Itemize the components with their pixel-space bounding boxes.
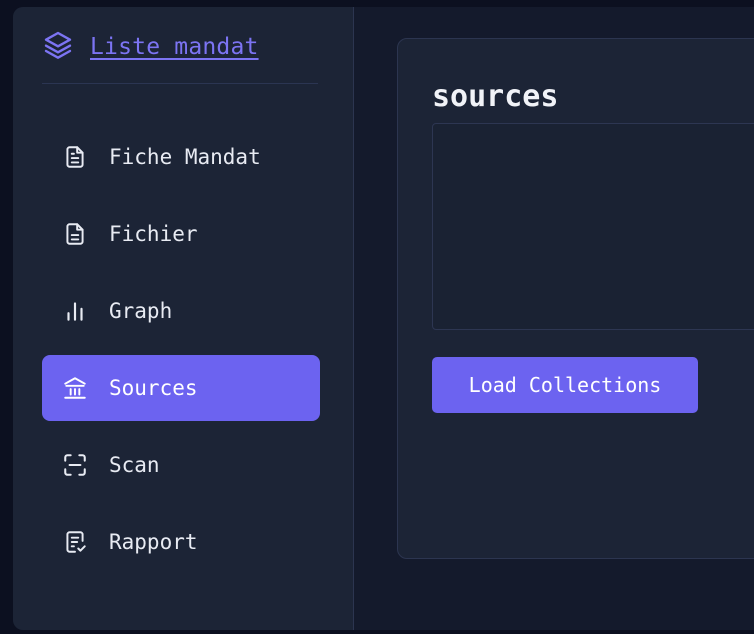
sidebar-item-label: Graph: [109, 299, 173, 323]
sidebar-item-label: Fichier: [109, 222, 198, 246]
main-content: sources Load Collections: [354, 7, 754, 630]
app-window: Liste mandat Fiche Mandat Fichier Graph …: [13, 7, 754, 630]
sidebar-item-fiche-mandat[interactable]: Fiche Mandat: [42, 124, 320, 190]
sidebar-divider: [42, 83, 318, 84]
sidebar-item-label: Scan: [109, 453, 160, 477]
sidebar-item-label: Fiche Mandat: [109, 145, 261, 169]
sidebar-nav: Fiche Mandat Fichier Graph Sources Scan …: [42, 124, 320, 586]
sidebar-item-rapport[interactable]: Rapport: [42, 509, 320, 575]
sidebar-item-scan[interactable]: Scan: [42, 432, 320, 498]
sidebar-item-fichier[interactable]: Fichier: [42, 201, 320, 267]
layers-icon: [42, 29, 74, 65]
file-text-icon: [62, 144, 88, 170]
sidebar-item-label: Sources: [109, 376, 198, 400]
sources-collection-area: [432, 123, 754, 330]
file-icon: [62, 221, 88, 247]
scan-icon: [62, 452, 88, 478]
brand-label[interactable]: Liste mandat: [90, 34, 259, 60]
sources-card: sources Load Collections: [397, 38, 754, 559]
sidebar-item-sources[interactable]: Sources: [42, 355, 320, 421]
sidebar-item-graph[interactable]: Graph: [42, 278, 320, 344]
bar-chart-icon: [62, 298, 88, 324]
report-check-icon: [62, 529, 88, 555]
load-collections-button[interactable]: Load Collections: [432, 357, 698, 413]
library-icon: [62, 375, 88, 401]
brand-link[interactable]: Liste mandat: [42, 29, 259, 65]
page-title: sources: [432, 79, 559, 114]
sidebar: Liste mandat Fiche Mandat Fichier Graph …: [13, 7, 354, 630]
sidebar-item-label: Rapport: [109, 530, 198, 554]
